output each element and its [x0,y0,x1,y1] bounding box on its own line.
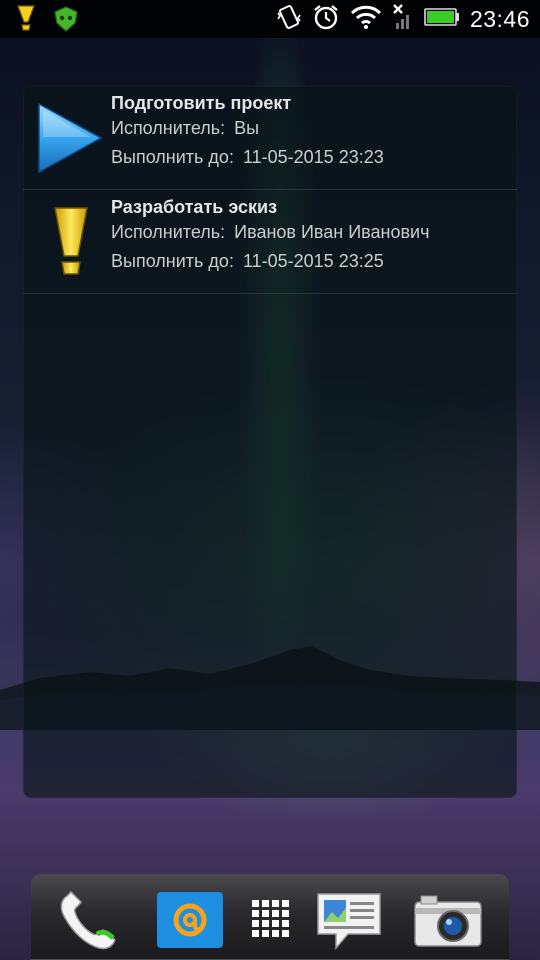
battery-icon [424,7,460,31]
task-assignee: Исполнитель: Иванов Иван Иванович [111,218,511,247]
play-arrow-icon [35,100,107,176]
no-signal-icon [392,3,414,35]
assignee-value: Вы [234,118,260,138]
mail-at-icon[interactable] [155,890,225,952]
task-widget[interactable]: Подготовить проект Исполнитель: Вы Выполн… [23,86,517,798]
wifi-icon [350,4,382,34]
assignee-value: Иванов Иван Иванович [234,222,430,242]
messages-icon[interactable] [314,890,384,952]
assignee-label: Исполнитель: [111,222,226,242]
phone-icon[interactable] [53,890,123,952]
task-title: Подготовить проект [111,93,292,113]
camera-icon[interactable] [413,890,483,952]
status-clock: 23:46 [469,5,530,32]
app-drawer-icon[interactable] [236,890,306,952]
task-due: Выполнить до: 11-05-2015 23:25 [111,247,511,276]
due-label: Выполнить до: [111,147,234,167]
task-title: Разработать эскиз [111,197,278,217]
task-assignee: Исполнитель: Вы [111,114,511,143]
exclamation-icon [35,204,107,280]
lookout-shield-icon[interactable] [52,5,80,37]
alarm-icon [312,3,340,35]
due-label: Выполнить до: [111,251,234,271]
assignee-label: Исполнитель: [111,118,226,138]
task-due: Выполнить до: 11-05-2015 23:23 [111,143,511,172]
app-dock [31,874,509,960]
task-item[interactable]: Подготовить проект Исполнитель: Вы Выполн… [23,86,517,190]
due-value: 11-05-2015 23:25 [242,251,384,271]
task-item[interactable]: Разработать эскиз Исполнитель: Иванов Ива… [23,190,517,294]
due-value: 11-05-2015 23:23 [242,147,384,167]
vibrate-icon [276,4,302,34]
status-bar: 23:46 [0,0,540,38]
exclamation-icon[interactable] [14,4,38,38]
